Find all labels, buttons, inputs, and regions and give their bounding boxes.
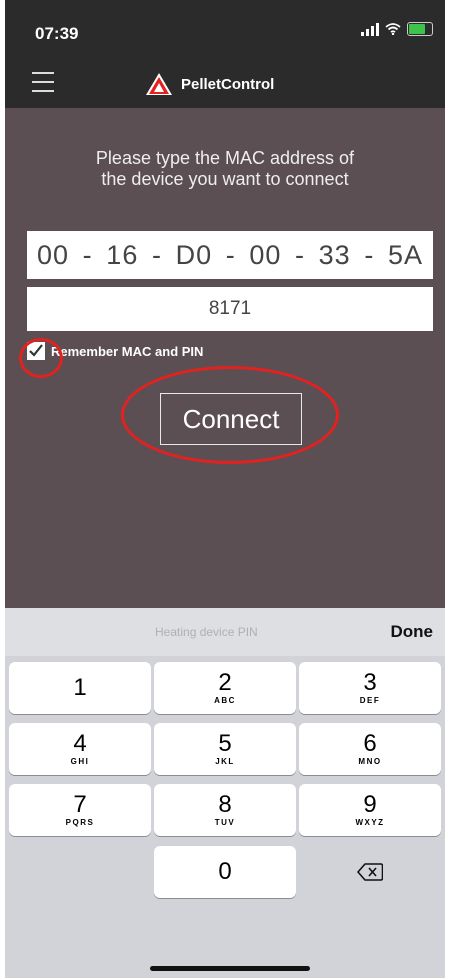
mac-octet: 33 xyxy=(318,239,351,270)
hamburger-menu-icon[interactable] xyxy=(32,72,54,94)
key-7[interactable]: 7 PQRS xyxy=(9,784,151,836)
phone-screen: 07:39 PelletControl Please type the MAC … xyxy=(5,0,445,978)
pin-value: 8171 xyxy=(208,298,252,319)
mac-address-field[interactable]: 00-16- D0-00-33-5A xyxy=(27,231,433,279)
keyboard-toolbar: Heating device PIN Done xyxy=(5,608,445,656)
key-6[interactable]: 6 MNO xyxy=(299,723,441,775)
backspace-icon xyxy=(357,863,383,881)
mac-octet: 5A xyxy=(387,239,423,270)
backspace-key[interactable] xyxy=(299,846,441,898)
signal-icon xyxy=(361,22,379,36)
checkbox-highlight-circle xyxy=(19,338,63,378)
instructions-text: Please type the MAC address of the devic… xyxy=(95,148,355,189)
brand: PelletControl xyxy=(145,72,274,96)
key-5[interactable]: 5 JKL xyxy=(154,723,296,775)
home-indicator xyxy=(150,966,310,971)
pellet-logo-icon xyxy=(146,73,172,95)
done-button[interactable]: Done xyxy=(391,622,434,642)
status-bar: 07:39 xyxy=(5,0,445,60)
key-1[interactable]: 1 xyxy=(9,662,151,714)
nav-bar: PelletControl xyxy=(5,60,445,109)
mac-separator: - xyxy=(225,239,236,270)
connect-highlight-circle xyxy=(121,366,339,464)
status-icons xyxy=(361,22,433,36)
battery-icon xyxy=(407,22,433,36)
key-4[interactable]: 4 GHI xyxy=(9,723,151,775)
pin-field[interactable]: 8171 xyxy=(27,287,433,331)
key-8[interactable]: 8 TUV xyxy=(154,784,296,836)
mac-separator: - xyxy=(295,239,306,270)
mac-octet: 00 xyxy=(37,239,70,270)
remember-label: Remember MAC and PIN xyxy=(51,343,204,359)
mac-separator: - xyxy=(151,239,162,270)
status-time: 07:39 xyxy=(35,24,79,43)
mac-octet: 00 xyxy=(249,239,282,270)
app-title: PelletControl xyxy=(181,75,275,93)
key-0[interactable]: 0 xyxy=(154,846,296,898)
key-3[interactable]: 3 DEF xyxy=(299,662,441,714)
mac-separator: - xyxy=(82,239,93,270)
mac-octet: 16 xyxy=(106,239,139,270)
mac-separator: - xyxy=(364,239,375,270)
key-9[interactable]: 9 WXYZ xyxy=(299,784,441,836)
keyboard-placeholder: Heating device PIN xyxy=(155,625,258,639)
wifi-icon xyxy=(385,23,401,35)
mac-octet: D0 xyxy=(175,239,213,270)
main-content: Please type the MAC address of the devic… xyxy=(5,108,445,608)
key-2[interactable]: 2 ABC xyxy=(154,662,296,714)
numeric-keypad: 1 2 ABC 3 DEF 4 GHI 5 JKL 6 MNO 7 PQRS 8… xyxy=(5,656,445,978)
